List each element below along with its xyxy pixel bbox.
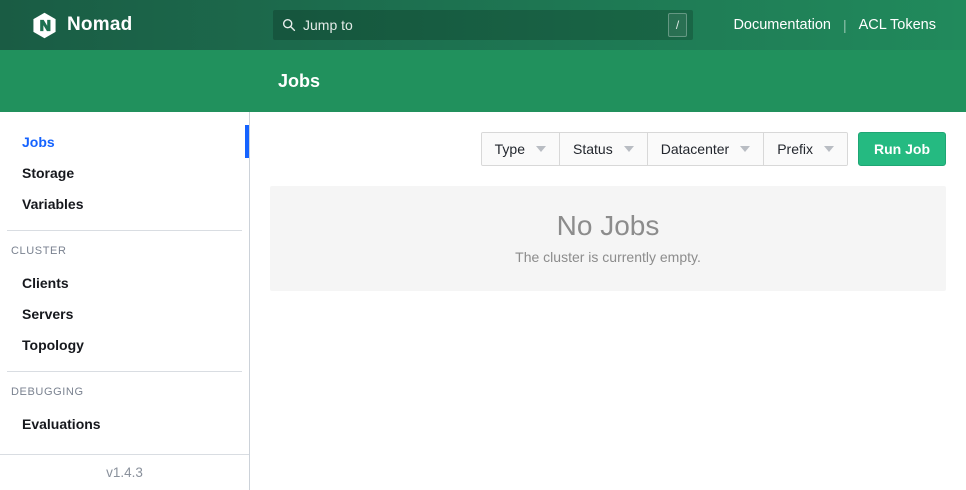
cluster-section-label: CLUSTER bbox=[0, 242, 249, 267]
sidebar-menu: Jobs Storage Variables CLUSTER Clients S… bbox=[0, 112, 249, 454]
sidebar-item-jobs[interactable]: Jobs bbox=[0, 126, 249, 157]
prefix-filter-dropdown[interactable]: Prefix bbox=[763, 133, 847, 165]
version-label: v1.4.3 bbox=[106, 465, 143, 480]
status-filter-label: Status bbox=[573, 141, 613, 157]
sidebar-item-storage[interactable]: Storage bbox=[0, 157, 249, 188]
nomad-home-link[interactable]: Nomad bbox=[31, 12, 132, 39]
empty-state-message: The cluster is currently empty. bbox=[515, 249, 701, 265]
dropdown-caret-icon bbox=[624, 146, 634, 152]
empty-state: No Jobs The cluster is currently empty. bbox=[270, 186, 946, 291]
type-filter-dropdown[interactable]: Type bbox=[482, 133, 559, 165]
dropdown-caret-icon bbox=[824, 146, 834, 152]
dropdown-caret-icon bbox=[536, 146, 546, 152]
version-footer: v1.4.3 bbox=[0, 454, 249, 490]
page-title: Jobs bbox=[278, 71, 320, 92]
sidebar-item-evaluations[interactable]: Evaluations bbox=[0, 408, 249, 439]
debugging-section-label: DEBUGGING bbox=[0, 383, 249, 408]
run-job-button[interactable]: Run Job bbox=[858, 132, 946, 166]
sidebar: Jobs Storage Variables CLUSTER Clients S… bbox=[0, 112, 250, 490]
dropdown-caret-icon bbox=[740, 146, 750, 152]
sidebar-divider bbox=[7, 371, 242, 372]
nomad-app: Nomad Jump to / Documentation | ACL Toke… bbox=[0, 0, 966, 490]
documentation-link[interactable]: Documentation bbox=[733, 17, 831, 33]
nomad-hexagon-icon bbox=[31, 12, 58, 39]
datacenter-filter-dropdown[interactable]: Datacenter bbox=[647, 133, 763, 165]
link-separator: | bbox=[843, 17, 847, 33]
sidebar-divider bbox=[7, 230, 242, 231]
main-content: Type Status Datacenter Prefix bbox=[250, 112, 966, 490]
sidebar-item-topology[interactable]: Topology bbox=[0, 329, 249, 360]
type-filter-label: Type bbox=[495, 141, 525, 157]
sidebar-item-clients[interactable]: Clients bbox=[0, 267, 249, 298]
page-header: Jobs bbox=[0, 50, 966, 112]
empty-state-title: No Jobs bbox=[557, 212, 660, 240]
top-navbar: Nomad Jump to / Documentation | ACL Toke… bbox=[0, 0, 966, 50]
search-placeholder: Jump to bbox=[303, 17, 353, 33]
sidebar-item-servers[interactable]: Servers bbox=[0, 298, 249, 329]
jump-to-search-input[interactable]: Jump to / bbox=[273, 10, 693, 40]
layout: Jobs Storage Variables CLUSTER Clients S… bbox=[0, 112, 966, 490]
datacenter-filter-label: Datacenter bbox=[661, 141, 729, 157]
acl-tokens-link[interactable]: ACL Tokens bbox=[859, 17, 936, 33]
navbar-links: Documentation | ACL Tokens bbox=[733, 17, 936, 33]
status-filter-dropdown[interactable]: Status bbox=[559, 133, 647, 165]
jobs-toolbar: Type Status Datacenter Prefix bbox=[270, 132, 946, 166]
brand-name: Nomad bbox=[67, 14, 132, 36]
prefix-filter-label: Prefix bbox=[777, 141, 813, 157]
sidebar-item-variables[interactable]: Variables bbox=[0, 188, 249, 219]
search-icon bbox=[282, 18, 296, 32]
slash-shortcut-badge: / bbox=[668, 13, 687, 37]
filter-group: Type Status Datacenter Prefix bbox=[481, 132, 848, 166]
